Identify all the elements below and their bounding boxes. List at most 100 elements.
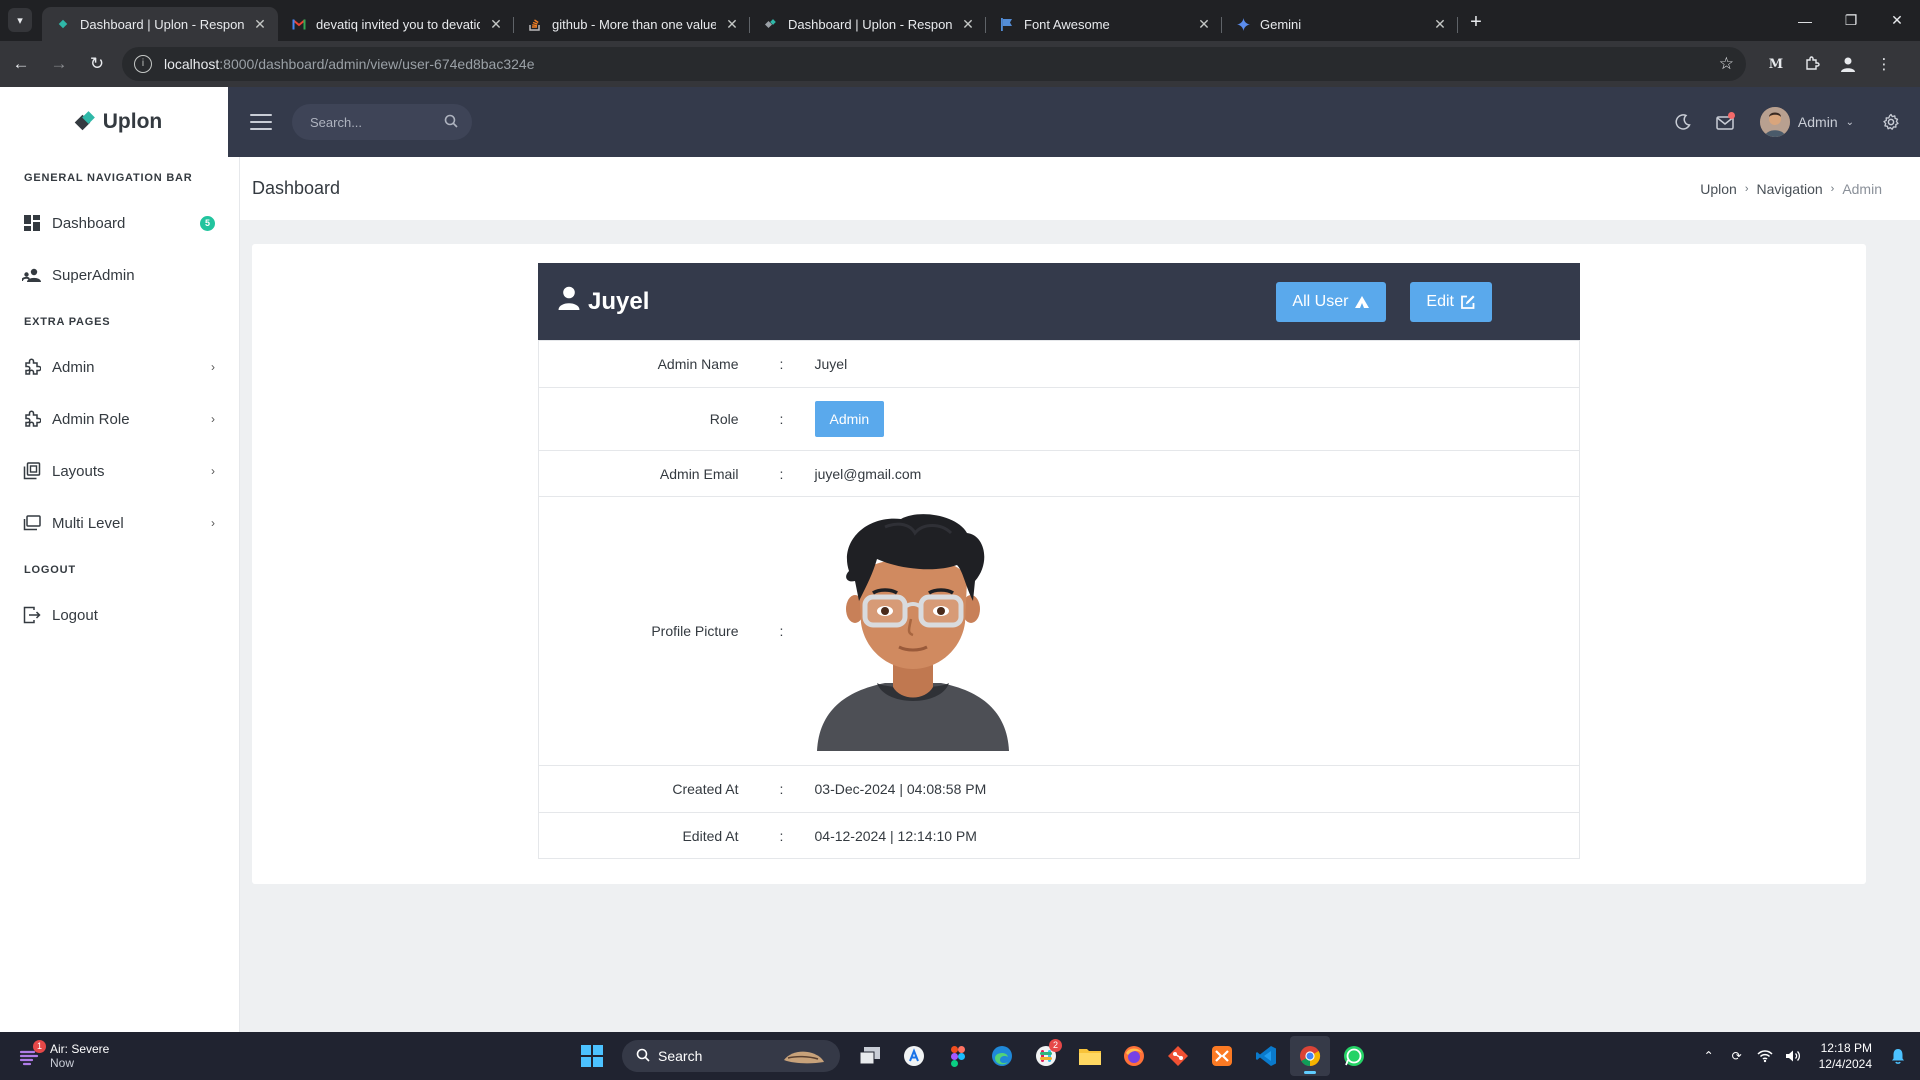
table-row: Profile Picture : bbox=[538, 496, 1580, 766]
sidebar-item-dashboard[interactable]: Dashboard 5 bbox=[0, 197, 239, 249]
close-tab-icon[interactable]: ✕ bbox=[1432, 16, 1448, 32]
menu-toggle-icon[interactable] bbox=[250, 114, 272, 130]
chrome-icon[interactable] bbox=[1290, 1036, 1330, 1076]
wifi-icon[interactable] bbox=[1751, 1049, 1779, 1063]
edit-button[interactable]: Edit bbox=[1410, 281, 1492, 322]
clock-date: 12/4/2024 bbox=[1818, 1057, 1872, 1071]
user-icon bbox=[558, 286, 580, 317]
file-explorer-icon[interactable] bbox=[1070, 1036, 1110, 1076]
browser-tab-2[interactable]: devatiq invited you to devatiq/ ✕ bbox=[278, 7, 514, 41]
taskbar-search-label: Search bbox=[658, 1048, 703, 1064]
sidebar-item-superadmin[interactable]: SuperAdmin bbox=[0, 249, 239, 301]
close-tab-icon[interactable]: ✕ bbox=[724, 16, 740, 32]
browser-tab-3[interactable]: github - More than one value fo ✕ bbox=[514, 7, 750, 41]
browser-toolbar: ← → ↻ i localhost:8000/dashboard/admin/v… bbox=[0, 41, 1920, 87]
address-bar[interactable]: i localhost:8000/dashboard/admin/view/us… bbox=[122, 47, 1746, 81]
volume-icon[interactable] bbox=[1779, 1049, 1807, 1063]
dark-mode-icon[interactable] bbox=[1662, 101, 1704, 143]
chevron-right-icon: › bbox=[211, 516, 215, 530]
vscode-icon[interactable] bbox=[1246, 1036, 1286, 1076]
close-tab-icon[interactable]: ✕ bbox=[488, 16, 504, 32]
nav-section-general: GENERAL NAVIGATION BAR bbox=[24, 172, 193, 184]
logout-icon bbox=[22, 605, 42, 625]
restore-icon[interactable]: ❐ bbox=[1828, 0, 1874, 41]
app-store-icon[interactable] bbox=[894, 1036, 934, 1076]
sidebar-item-layouts[interactable]: Layouts › bbox=[0, 445, 239, 497]
weather-widget[interactable]: 1 Air: Severe Now bbox=[18, 1040, 109, 1070]
sidebar-item-label: Admin bbox=[52, 358, 95, 376]
url-host: localhost bbox=[164, 56, 220, 72]
extension-m-icon[interactable]: M bbox=[1758, 47, 1794, 81]
git-kraken-icon[interactable] bbox=[1158, 1036, 1198, 1076]
all-user-button[interactable]: All User bbox=[1276, 281, 1387, 322]
chevron-right-icon: › bbox=[1830, 182, 1835, 195]
search-input[interactable] bbox=[310, 114, 444, 130]
uplon-icon bbox=[764, 17, 778, 31]
table-row: Created At : 03-Dec-2024 | 04:08:58 PM bbox=[538, 765, 1580, 813]
window-controls: — ❐ ✕ bbox=[1782, 0, 1920, 41]
stackoverflow-icon bbox=[528, 17, 542, 31]
search-icon[interactable] bbox=[444, 114, 458, 131]
chevron-right-icon: › bbox=[1744, 182, 1749, 195]
close-window-icon[interactable]: ✕ bbox=[1874, 0, 1920, 41]
unread-dot bbox=[1727, 112, 1735, 119]
taskbar-search[interactable]: Search bbox=[622, 1040, 840, 1072]
edge-icon[interactable] bbox=[982, 1036, 1022, 1076]
sidebar-item-logout[interactable]: Logout bbox=[0, 589, 239, 641]
brand-logo[interactable]: Uplon bbox=[0, 87, 239, 157]
sidebar-item-admin[interactable]: Admin › bbox=[0, 341, 239, 393]
firefox-icon[interactable] bbox=[1114, 1036, 1154, 1076]
field-label: Edited At bbox=[538, 812, 739, 859]
sidebar-item-multi-level[interactable]: Multi Level › bbox=[0, 497, 239, 549]
system-clock[interactable]: 12:18 PM 12/4/2024 bbox=[1819, 1040, 1872, 1072]
extensions-puzzle-icon[interactable] bbox=[1794, 47, 1830, 81]
browser-tab-1[interactable]: Dashboard | Uplon - Responsive ✕ bbox=[42, 7, 278, 41]
tab-title: Dashboard | Uplon - Responsive bbox=[788, 16, 952, 32]
browser-tab-6[interactable]: Gemini ✕ bbox=[1222, 7, 1458, 41]
sync-icon[interactable]: ⟳ bbox=[1723, 1049, 1751, 1063]
browser-menu-icon[interactable]: ⋮ bbox=[1866, 47, 1902, 81]
show-hidden-icons[interactable]: ⌃ bbox=[1695, 1049, 1723, 1063]
new-tab-button[interactable]: + bbox=[1462, 9, 1490, 37]
slack-icon[interactable]: 2 bbox=[1026, 1036, 1066, 1076]
search-highlight-icon bbox=[782, 1044, 826, 1069]
browser-tab-4[interactable]: Dashboard | Uplon - Responsive ✕ bbox=[750, 7, 986, 41]
close-tab-icon[interactable]: ✕ bbox=[1196, 16, 1212, 32]
chevron-right-icon: › bbox=[211, 412, 215, 426]
figma-icon[interactable] bbox=[938, 1036, 978, 1076]
profile-icon[interactable] bbox=[1830, 47, 1866, 81]
breadcrumb: Uplon › Navigation › Admin bbox=[1700, 181, 1882, 197]
topbar: Admin ⌄ bbox=[228, 87, 1920, 157]
breadcrumb-current: Admin bbox=[1842, 180, 1882, 197]
settings-gear-icon[interactable] bbox=[1870, 101, 1912, 143]
content-card: Juyel All User Edit Admin Name: Juyel R… bbox=[252, 244, 1866, 884]
mail-icon[interactable] bbox=[1704, 101, 1746, 143]
profile-header: Juyel All User Edit bbox=[538, 263, 1580, 340]
weather-alert-badge: 1 bbox=[33, 1040, 46, 1053]
reload-button[interactable]: ↻ bbox=[80, 47, 114, 81]
close-tab-icon[interactable]: ✕ bbox=[252, 16, 268, 32]
back-button[interactable]: ← bbox=[4, 47, 38, 81]
puzzle-icon bbox=[22, 409, 42, 429]
windows-start-icon[interactable] bbox=[572, 1036, 612, 1076]
task-view-icon[interactable] bbox=[850, 1036, 890, 1076]
xampp-icon[interactable] bbox=[1202, 1036, 1242, 1076]
sidebar-item-label: SuperAdmin bbox=[52, 266, 135, 284]
sidebar-item-admin-role[interactable]: Admin Role › bbox=[0, 393, 239, 445]
sidebar-item-label: Logout bbox=[52, 606, 98, 624]
site-info-icon[interactable]: i bbox=[134, 55, 152, 73]
minimize-icon[interactable]: — bbox=[1782, 0, 1828, 41]
user-menu[interactable]: Admin ⌄ bbox=[1759, 107, 1854, 137]
gemini-icon bbox=[1236, 17, 1250, 31]
forward-button[interactable]: → bbox=[42, 47, 76, 81]
field-separator: : bbox=[738, 765, 807, 813]
url-path: :8000/dashboard/admin/view/user-674ed8ba… bbox=[219, 56, 535, 72]
whatsapp-icon[interactable] bbox=[1334, 1036, 1374, 1076]
notification-bell-icon[interactable] bbox=[1884, 1048, 1912, 1064]
breadcrumb-item[interactable]: Navigation bbox=[1756, 181, 1822, 197]
close-tab-icon[interactable]: ✕ bbox=[960, 16, 976, 32]
tab-search-button[interactable]: ▾ bbox=[8, 8, 32, 32]
browser-tab-5[interactable]: Font Awesome ✕ bbox=[986, 7, 1222, 41]
breadcrumb-item[interactable]: Uplon bbox=[1700, 181, 1737, 197]
bookmark-star-icon[interactable]: ☆ bbox=[1719, 54, 1734, 74]
